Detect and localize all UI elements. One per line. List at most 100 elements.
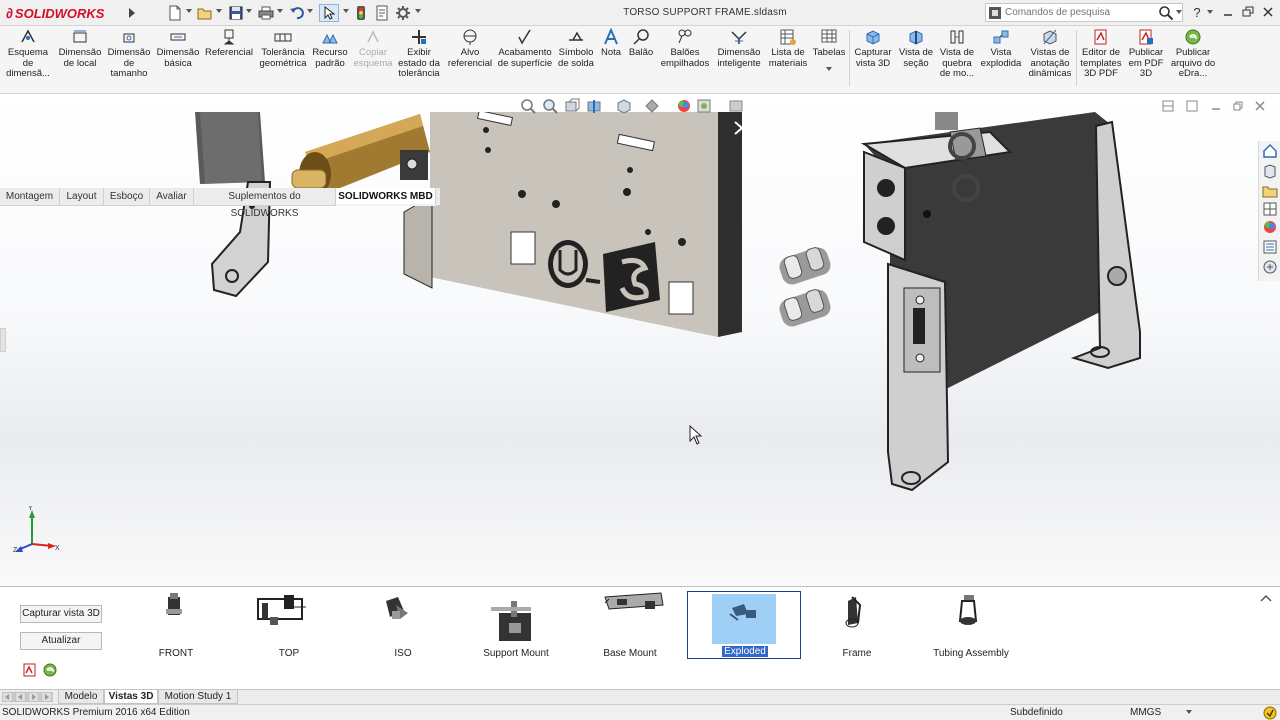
- search-icon[interactable]: [1158, 5, 1174, 21]
- base-mount-plate[interactable]: [403, 112, 744, 337]
- break-view-button[interactable]: Vista de quebra de mo...: [938, 28, 976, 90]
- select-caret-icon[interactable]: [343, 9, 349, 14]
- 3d-view-exploded[interactable]: Exploded: [687, 591, 801, 659]
- 3d-view-front[interactable]: FRONT: [119, 591, 233, 659]
- view-orientation-icon[interactable]: [616, 98, 632, 114]
- update-button[interactable]: Atualizar: [20, 632, 102, 650]
- tab-montagem[interactable]: Montagem: [0, 188, 60, 206]
- bill-of-materials-button[interactable]: Lista de materiais: [766, 28, 810, 90]
- tab-solidworks-mbd[interactable]: SOLIDWORKS MBD: [336, 188, 436, 206]
- search-caret-icon[interactable]: [1176, 10, 1182, 15]
- appearances-icon[interactable]: [1262, 219, 1278, 235]
- balloon-button[interactable]: Balão: [626, 28, 656, 90]
- new-document-icon[interactable]: [165, 4, 185, 22]
- tab-layout[interactable]: Layout: [60, 188, 104, 206]
- print-icon[interactable]: [256, 4, 276, 22]
- tab-motion-study-1[interactable]: Motion Study 1: [158, 690, 238, 704]
- minimize-icon[interactable]: [1220, 4, 1236, 20]
- copy-scheme-button[interactable]: Copiar esquema: [352, 28, 394, 90]
- units-selector[interactable]: MMGS: [1130, 705, 1161, 720]
- viewport-split-icon[interactable]: [1162, 100, 1174, 112]
- datum-target-button[interactable]: Alvo referencial: [446, 28, 494, 90]
- geometric-tolerance-button[interactable]: Tolerância geométrica: [256, 28, 310, 90]
- help-caret-icon[interactable]: [1207, 10, 1213, 15]
- capture-3d-view-button[interactable]: Capturar vista 3D: [20, 605, 102, 623]
- rebuild-traffic-light-icon[interactable]: [351, 4, 371, 22]
- size-dimension-button[interactable]: Dimensão de tamanho: [106, 28, 152, 90]
- close-icon[interactable]: [1260, 4, 1276, 20]
- feature-manager-collapse-handle[interactable]: [0, 328, 6, 352]
- capture-3d-view-button[interactable]: Capturar vista 3D: [852, 28, 894, 90]
- home-icon[interactable]: [1262, 143, 1278, 159]
- save-icon[interactable]: [226, 4, 246, 22]
- rebuild-status-icon[interactable]: [1263, 706, 1277, 720]
- stacked-balloons-button[interactable]: Balões empilhados: [658, 28, 712, 90]
- solidworks-logo[interactable]: ∂ SOLIDWORKS: [6, 3, 122, 23]
- view-settings-icon[interactable]: [728, 98, 744, 114]
- file-explorer-icon[interactable]: [1262, 183, 1278, 199]
- datum-button[interactable]: Referencial: [204, 28, 254, 90]
- solidworks-forum-icon[interactable]: [1262, 259, 1278, 275]
- section-view-button[interactable]: Vista de seção: [896, 28, 936, 90]
- 3d-view-tubing-assembly[interactable]: Tubing Assembly: [914, 591, 1028, 659]
- surface-finish-button[interactable]: Acabamento de superfície: [496, 28, 554, 90]
- viewport-toggle-icon[interactable]: [1186, 100, 1198, 112]
- menu-expand-arrow-icon[interactable]: [126, 5, 138, 21]
- frame-part[interactable]: [860, 112, 1141, 492]
- options-caret-icon[interactable]: [415, 9, 421, 14]
- weld-symbol-button[interactable]: Símbolo de solda: [556, 28, 596, 90]
- file-properties-icon[interactable]: [372, 4, 392, 22]
- collapse-pane-icon[interactable]: [1260, 593, 1272, 603]
- pdf-template-editor-button[interactable]: Editor de templates 3D PDF: [1078, 28, 1124, 90]
- search-commands-box[interactable]: [985, 3, 1183, 22]
- 3d-view-iso[interactable]: ISO: [346, 591, 460, 659]
- restore-icon[interactable]: [1240, 4, 1256, 20]
- design-library-icon[interactable]: [1262, 163, 1278, 179]
- tables-button[interactable]: Tabelas: [812, 28, 846, 90]
- basic-dimension-button[interactable]: Dimensão básica: [154, 28, 202, 90]
- undo-icon[interactable]: [287, 4, 307, 22]
- viewport-close-icon[interactable]: [1254, 100, 1266, 112]
- exploded-view-button[interactable]: Vista explodida: [978, 28, 1024, 90]
- dimension-scheme-button[interactable]: Esquema de dimensã...: [4, 28, 52, 90]
- smart-dimension-button[interactable]: Dimensão inteligente: [714, 28, 764, 90]
- viewport-restore-icon[interactable]: [1232, 100, 1244, 112]
- zoom-area-icon[interactable]: [542, 98, 558, 114]
- dynamic-annotation-views-button[interactable]: Vistas de anotação dinâmicas: [1026, 28, 1074, 90]
- tab-suplementos[interactable]: Suplementos do SOLIDWORKS: [194, 188, 336, 219]
- publish-edrawings-button[interactable]: Publicar arquivo do eDra...: [1168, 28, 1218, 90]
- publish-pdf-small-icon[interactable]: [22, 662, 38, 678]
- undo-caret-icon[interactable]: [307, 9, 313, 14]
- edit-appearance-icon[interactable]: [676, 98, 692, 114]
- open-folder-icon[interactable]: [195, 4, 215, 22]
- section-view-icon[interactable]: [586, 98, 602, 114]
- units-caret-icon[interactable]: [1186, 710, 1192, 715]
- custom-properties-icon[interactable]: [1262, 239, 1278, 255]
- zoom-to-fit-icon[interactable]: [520, 98, 536, 114]
- search-input[interactable]: [1005, 5, 1155, 20]
- exploded-assembly-model[interactable]: [0, 112, 1280, 586]
- previous-view-icon[interactable]: [564, 98, 580, 114]
- tab-esboco[interactable]: Esboço: [104, 188, 150, 206]
- print-caret-icon[interactable]: [277, 9, 283, 14]
- tubing-fittings[interactable]: [777, 245, 833, 329]
- display-style-icon[interactable]: [644, 98, 660, 114]
- open-caret-icon[interactable]: [216, 9, 222, 14]
- 3d-view-frame[interactable]: Frame: [800, 591, 914, 659]
- tab-scroll-arrows-icon[interactable]: [2, 692, 54, 702]
- tolerance-status-button[interactable]: Exibir estado da tolerância: [396, 28, 442, 90]
- options-gear-icon[interactable]: [393, 4, 413, 22]
- tab-vistas-3d[interactable]: Vistas 3D: [104, 690, 158, 704]
- publish-3d-pdf-button[interactable]: Publicar em PDF 3D: [1126, 28, 1166, 90]
- 3d-view-top[interactable]: TOP: [232, 591, 346, 659]
- note-button[interactable]: Nota: [598, 28, 624, 90]
- help-button[interactable]: ?: [1190, 4, 1204, 22]
- view-palette-icon[interactable]: [1262, 201, 1278, 217]
- tab-avaliar[interactable]: Avaliar: [150, 188, 194, 206]
- publish-edrawings-small-icon[interactable]: [42, 662, 58, 678]
- tab-modelo[interactable]: Modelo: [58, 690, 104, 704]
- tables-caret-icon[interactable]: [826, 66, 832, 72]
- 3d-view-base-mount[interactable]: Base Mount: [573, 591, 687, 659]
- 3d-view-support-mount[interactable]: Support Mount: [459, 591, 573, 659]
- location-dimension-button[interactable]: Dimensão de local: [56, 28, 104, 90]
